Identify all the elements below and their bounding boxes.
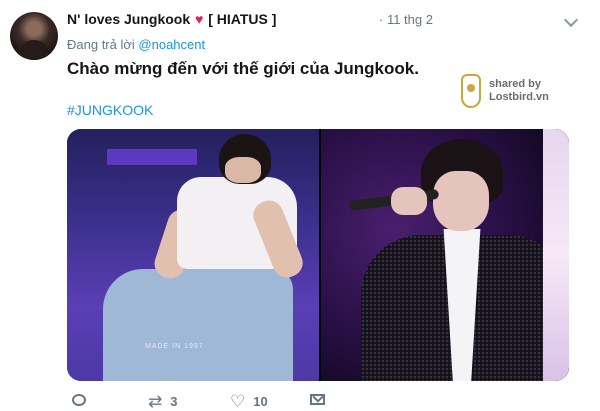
dm-button[interactable] [310, 394, 333, 405]
photo-caption: MADE IN 1997 [145, 343, 204, 350]
jeans [103, 269, 293, 381]
tweet-actions: ⇄ 3 ♡ 10 [67, 391, 527, 411]
hashtag-link[interactable]: #JUNGKOOK [67, 102, 153, 118]
display-name[interactable]: N' loves Jungkook [67, 11, 190, 27]
timestamp[interactable]: · 11 thg 2 [379, 12, 433, 27]
tweet-text: Chào mừng đến với thế giới của Jungkook. [67, 59, 419, 78]
hand [391, 187, 427, 215]
envelope-icon [310, 394, 325, 405]
reply-icon [72, 394, 86, 406]
chevron-down-icon[interactable] [563, 12, 579, 28]
like-button[interactable]: ♡ 10 [230, 391, 268, 411]
heart-outline-icon: ♡ [230, 391, 246, 411]
reply-prefix: Đang trả lời [67, 37, 135, 52]
retweet-button[interactable]: ⇄ 3 [148, 391, 178, 411]
reply-button[interactable] [72, 394, 94, 406]
watermark-text: shared by Lostbird.vn [489, 78, 549, 104]
media-grid: MADE IN 1997 [67, 129, 569, 381]
watermark: shared by Lostbird.vn [461, 74, 571, 110]
like-count: 10 [253, 394, 268, 409]
reply-context: Đang trả lời @noahcent [67, 37, 205, 52]
photo-singer[interactable] [321, 129, 569, 381]
stage-light [107, 149, 197, 165]
name-suffix[interactable]: [ HIATUS ] [208, 11, 276, 27]
retweet-count: 3 [170, 394, 178, 409]
face [433, 171, 489, 231]
reply-handle-link[interactable]: @noahcent [138, 37, 205, 52]
photo-dancer[interactable]: MADE IN 1997 [67, 129, 319, 381]
retweet-icon: ⇄ [148, 391, 163, 411]
heart-icon: ♥ [195, 11, 204, 27]
watermark-line2: Lostbird.vn [489, 91, 549, 103]
watermark-line1: shared by [489, 78, 541, 90]
stage-light [543, 129, 569, 381]
avatar[interactable] [10, 12, 58, 60]
face [225, 157, 261, 183]
bird-logo-icon [461, 74, 481, 108]
tweet-header: N' loves Jungkook ♥ [ HIATUS ] · 11 thg … [67, 11, 590, 31]
